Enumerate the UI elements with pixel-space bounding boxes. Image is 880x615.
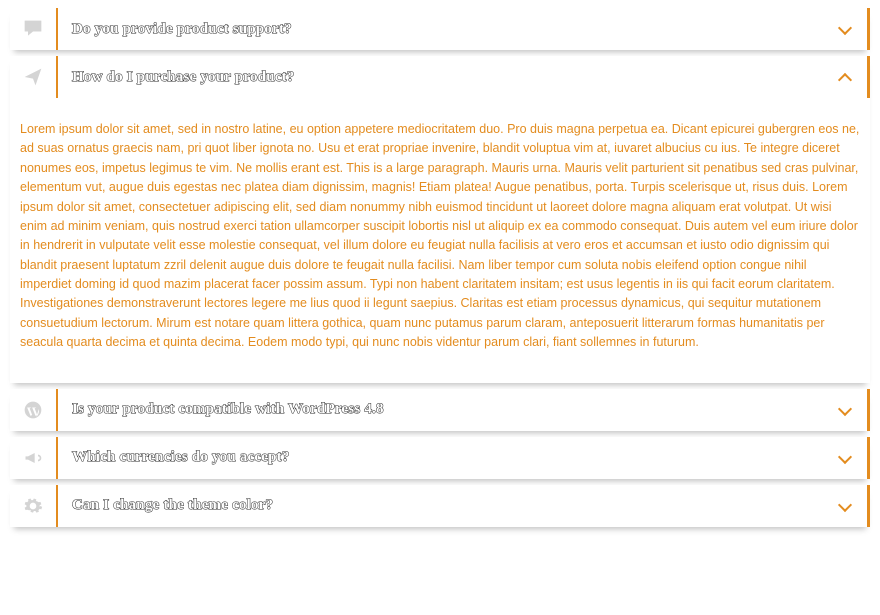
accordion-item: How do I purchase your product? Lorem ips… [10,56,870,383]
accordion-header[interactable]: How do I purchase your product? [10,56,870,98]
bullhorn-icon [10,448,56,468]
accordion: Do you provide product support? How do I … [10,8,870,527]
accordion-item: Is your product compatible with WordPres… [10,389,870,431]
accordion-title: Which currencies do you accept? [72,449,290,466]
wordpress-icon [10,400,56,420]
accordion-item: Can I change the theme color? [10,485,870,527]
chevron-down-icon[interactable] [821,452,867,464]
accordion-header[interactable]: Can I change the theme color? [10,485,870,527]
paper-plane-icon [10,67,56,87]
chevron-down-icon[interactable] [821,404,867,416]
accordion-title: Is your product compatible with WordPres… [72,401,384,418]
accordion-title-cell: Do you provide product support? [58,21,821,38]
comment-icon [10,19,56,39]
accordion-title-cell: Is your product compatible with WordPres… [58,401,821,418]
accordion-title-cell: Can I change the theme color? [58,497,821,514]
gear-icon [10,496,56,516]
accordion-header[interactable]: Is your product compatible with WordPres… [10,389,870,431]
chevron-down-icon[interactable] [821,500,867,512]
accordion-item: Do you provide product support? [10,8,870,50]
accordion-body: Lorem ipsum dolor sit amet, sed in nostr… [10,98,870,383]
accordion-title: Do you provide product support? [72,21,292,38]
accordion-title: Can I change the theme color? [72,497,273,514]
accordion-title: How do I purchase your product? [72,69,295,86]
accordion-header[interactable]: Do you provide product support? [10,8,870,50]
accordion-title-cell: Which currencies do you accept? [58,449,821,466]
accordion-item: Which currencies do you accept? [10,437,870,479]
accordion-title-cell: How do I purchase your product? [58,69,821,86]
chevron-down-icon[interactable] [821,23,867,35]
accordion-header[interactable]: Which currencies do you accept? [10,437,870,479]
chevron-up-icon[interactable] [821,71,867,83]
